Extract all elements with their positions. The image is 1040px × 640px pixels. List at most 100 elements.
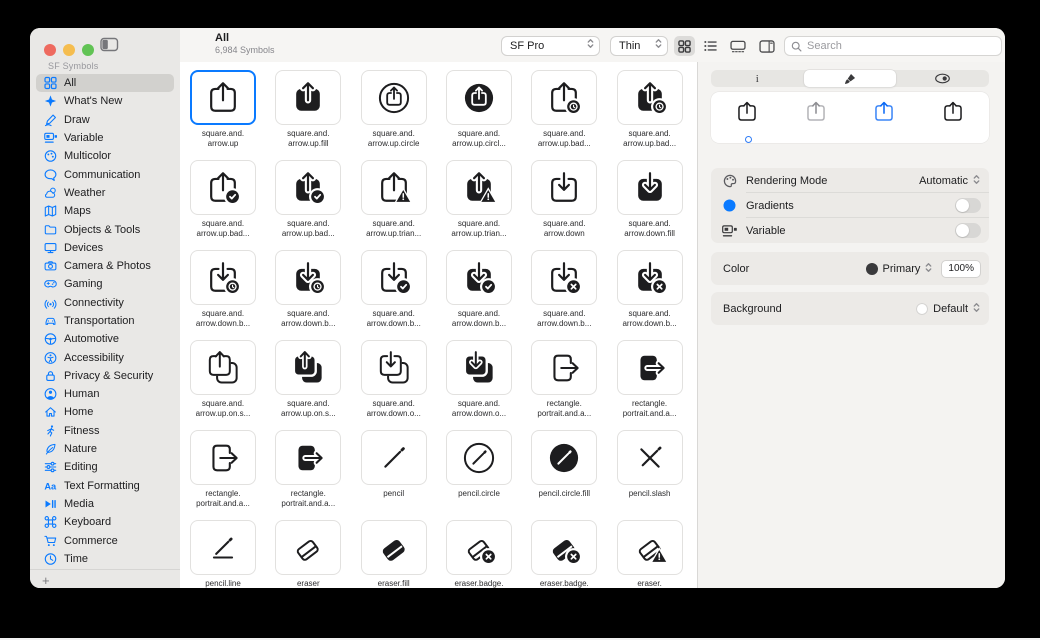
font-select[interactable]: SF Pro: [501, 36, 600, 56]
sidebar-item-human[interactable]: Human: [36, 385, 174, 403]
tab-rendering[interactable]: [804, 70, 897, 87]
svg-text:Aa: Aa: [44, 481, 57, 491]
preview-multicolor[interactable]: [940, 99, 966, 125]
tab-variable-color[interactable]: [896, 70, 989, 87]
symbol-tile[interactable]: [446, 250, 512, 305]
sidebar-item-fitness[interactable]: Fitness: [36, 422, 174, 440]
sidebar-item-what-s-new[interactable]: What's New: [36, 92, 174, 110]
gradients-toggle[interactable]: [955, 198, 981, 213]
symbol-label: square.and.arrow.up.bad...: [606, 129, 694, 148]
symbol-tile[interactable]: [361, 160, 427, 215]
close-window-button[interactable]: [44, 44, 56, 56]
symbol-tile[interactable]: [446, 520, 512, 575]
toggle-sidebar-icon[interactable]: [100, 37, 119, 52]
symbol-tile[interactable]: [446, 340, 512, 395]
grid-view-button[interactable]: [674, 36, 695, 56]
symbol-tile[interactable]: [190, 160, 256, 215]
sidebar-item-maps[interactable]: Maps: [36, 202, 174, 220]
symbol-tile[interactable]: [531, 250, 597, 305]
symbol-tile[interactable]: [190, 70, 256, 125]
symbol-tile[interactable]: [361, 520, 427, 575]
sidebar-item-variable[interactable]: Variable: [36, 129, 174, 147]
preview-palette[interactable]: [871, 99, 897, 125]
sidebar-item-privacy-security[interactable]: Privacy & Security: [36, 367, 174, 385]
symbol-tile[interactable]: [531, 70, 597, 125]
symbol-tile[interactable]: [531, 520, 597, 575]
symbol-tile[interactable]: [617, 430, 683, 485]
symbol-tile[interactable]: [617, 250, 683, 305]
sidebar-item-all[interactable]: All: [36, 74, 174, 92]
symbol-tile[interactable]: [446, 70, 512, 125]
tab-info[interactable]: i: [711, 70, 804, 87]
sidebar-item-accessibility[interactable]: Accessibility: [36, 348, 174, 366]
symbol-tile[interactable]: [190, 520, 256, 575]
sidebar-item-camera-photos[interactable]: Camera & Photos: [36, 257, 174, 275]
symbol-label: square.and.arrow.down.o...: [435, 399, 523, 418]
color-select[interactable]: Primary: [866, 261, 934, 277]
rendering-preview-card: [711, 92, 989, 143]
preview-hierarchical[interactable]: [803, 99, 829, 125]
symbol-tile[interactable]: [617, 340, 683, 395]
symbol-tile[interactable]: [361, 70, 427, 125]
symbol-tile[interactable]: [446, 430, 512, 485]
symbol-tile[interactable]: [361, 430, 427, 485]
minimize-window-button[interactable]: [63, 44, 75, 56]
sidebar-item-connectivity[interactable]: Connectivity: [36, 294, 174, 312]
zoom-window-button[interactable]: [82, 44, 94, 56]
sidebar-item-time[interactable]: Time: [36, 550, 174, 568]
symbol-tile[interactable]: [531, 340, 597, 395]
symbol-tile[interactable]: [190, 430, 256, 485]
add-collection-button[interactable]: +: [42, 573, 50, 588]
sidebar-item-multicolor[interactable]: Multicolor: [36, 147, 174, 165]
rendering-mode-select[interactable]: Automatic: [919, 173, 981, 189]
share-down-badge-check-icon: [374, 258, 414, 298]
symbol-tile[interactable]: [275, 160, 341, 215]
sidebar-item-label: Objects & Tools: [64, 224, 140, 236]
symbol-label: rectangle.portrait.and.a...: [520, 399, 608, 418]
symbol-tile[interactable]: [190, 250, 256, 305]
preview-monochrome[interactable]: [734, 99, 760, 125]
sidebar-item-keyboard[interactable]: Keyboard: [36, 513, 174, 531]
symbol-tile[interactable]: [275, 520, 341, 575]
sidebar-item-editing[interactable]: Editing: [36, 458, 174, 476]
symbol-tile[interactable]: [531, 160, 597, 215]
gallery-view-button[interactable]: [726, 36, 749, 56]
sidebar-item-commerce[interactable]: Commerce: [36, 531, 174, 549]
symbol-tile[interactable]: [361, 340, 427, 395]
symbol-tile[interactable]: [617, 520, 683, 575]
symbol-tile[interactable]: [275, 70, 341, 125]
symbol-tile[interactable]: [446, 160, 512, 215]
color-row: Color Primary 100%: [711, 252, 989, 285]
sidebar-item-media[interactable]: Media: [36, 495, 174, 513]
symbol-tile[interactable]: [275, 340, 341, 395]
symbol-tile[interactable]: [275, 430, 341, 485]
symbol-tile[interactable]: [617, 160, 683, 215]
variable-toggle[interactable]: [955, 223, 981, 238]
sidebar-item-transportation[interactable]: Transportation: [36, 312, 174, 330]
sidebar-item-home[interactable]: Home: [36, 403, 174, 421]
symbol-tile[interactable]: [361, 250, 427, 305]
symbol-tile[interactable]: [190, 340, 256, 395]
sidebar-item-devices[interactable]: Devices: [36, 239, 174, 257]
list-view-button[interactable]: [700, 36, 721, 56]
sidebar-item-gaming[interactable]: Gaming: [36, 275, 174, 293]
share-up-on-square-icon: [203, 348, 243, 388]
sidebar-item-automotive[interactable]: Automotive: [36, 330, 174, 348]
symbol-label: square.and.arrow.down.b...: [520, 309, 608, 328]
sidebar-item-nature[interactable]: Nature: [36, 440, 174, 458]
background-select[interactable]: Default: [916, 301, 981, 317]
toggle-inspector-button[interactable]: [755, 36, 778, 56]
weight-select[interactable]: Thin: [610, 36, 668, 56]
symbol-label: pencil.line: [179, 579, 267, 588]
sidebar-item-objects-tools[interactable]: Objects & Tools: [36, 220, 174, 238]
sidebar-item-weather[interactable]: Weather: [36, 184, 174, 202]
symbol-tile[interactable]: [617, 70, 683, 125]
sidebar-item-communication[interactable]: Communication: [36, 165, 174, 183]
sidebar-item-text-formatting[interactable]: Aa Text Formatting: [36, 477, 174, 495]
sidebar-item-draw[interactable]: Draw: [36, 111, 174, 129]
symbol-label: square.and.arrow.up.trian...: [350, 219, 438, 238]
symbol-tile[interactable]: [531, 430, 597, 485]
symbol-tile[interactable]: [275, 250, 341, 305]
color-opacity-field[interactable]: 100%: [941, 260, 981, 278]
search-input[interactable]: Search: [784, 36, 1002, 56]
